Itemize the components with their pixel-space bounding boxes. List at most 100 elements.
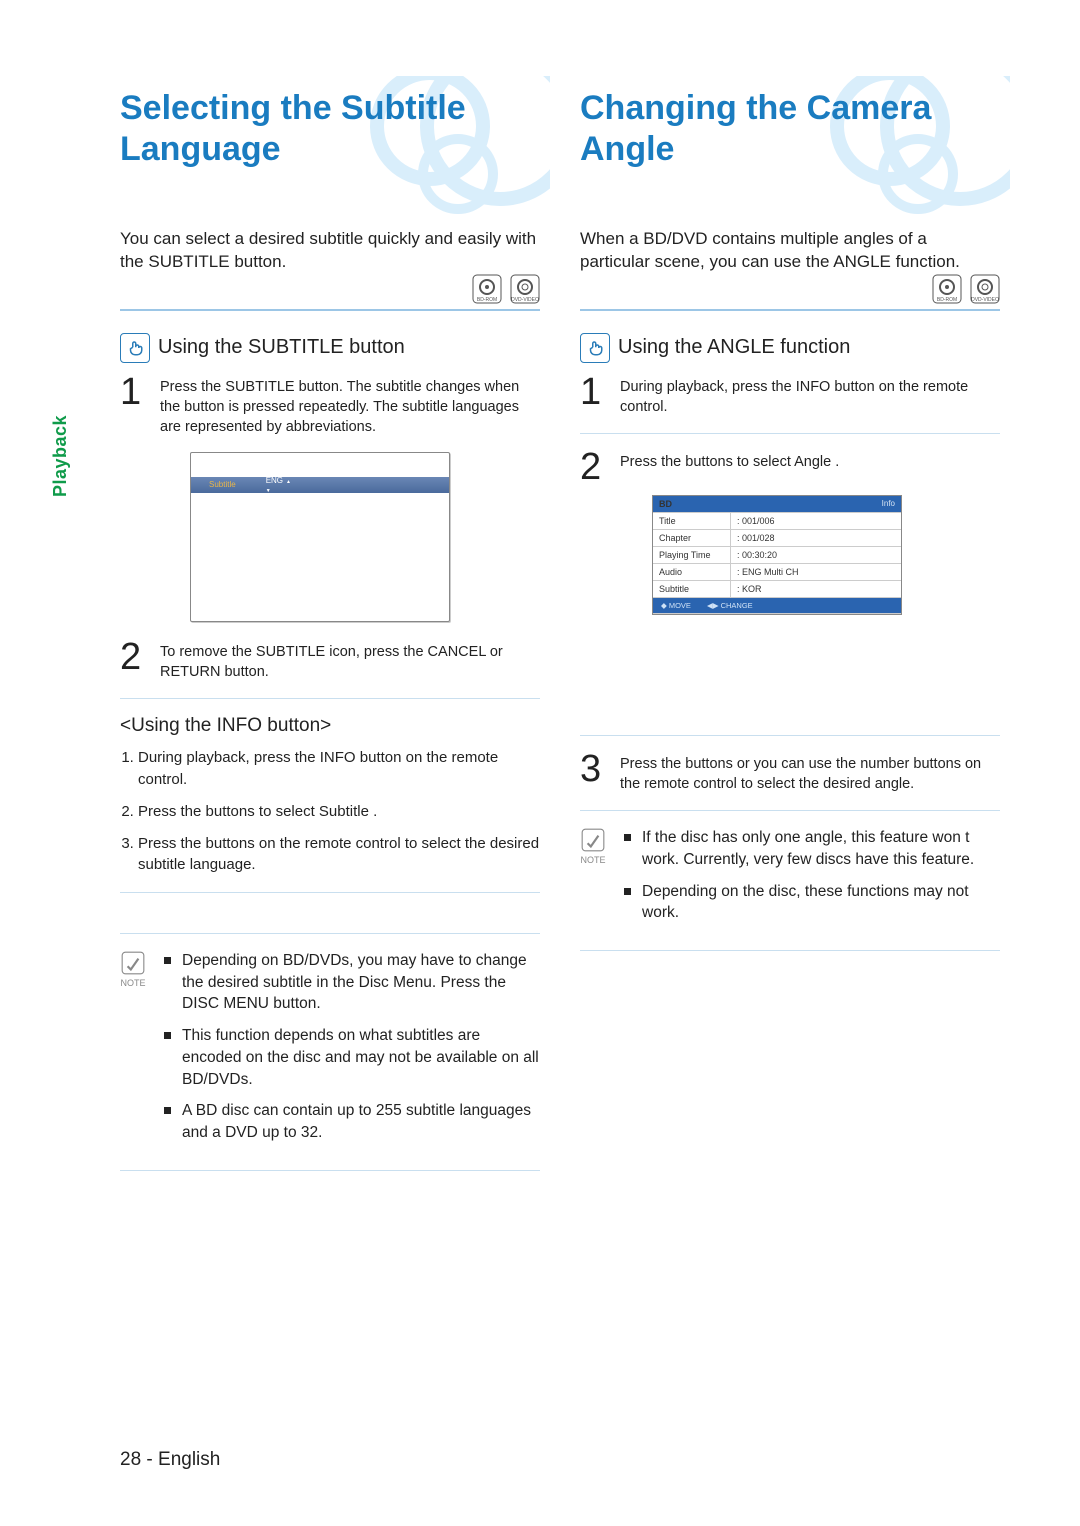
table-row: Audio: ENG Multi CH: [653, 564, 901, 581]
subhead-subtitle-button: Using the SUBTITLE button: [120, 333, 540, 363]
step-number: 3: [580, 752, 608, 795]
divider: [120, 1170, 540, 1171]
note-label: NOTE: [120, 978, 145, 988]
section-title-subtitle: Selecting the Subtitle Language: [120, 88, 540, 170]
row-value: : 00:30:20: [731, 547, 901, 563]
svg-text:BD-ROM: BD-ROM: [936, 297, 956, 303]
panel-header-label: BD: [653, 496, 731, 512]
step-text: Press the buttons or you can use the num…: [620, 752, 1000, 795]
list-item: Depending on BD/DVDs, you may have to ch…: [164, 950, 540, 1015]
step-text: Press the SUBTITLE button. The subtitle …: [160, 375, 540, 438]
note-block: NOTE If the disc has only one angle, thi…: [580, 827, 1000, 934]
subhead-angle-function: Using the ANGLE function: [580, 333, 1000, 363]
subtitle-osd-illustration: Subtitle ENG: [190, 452, 450, 622]
intro-text: When a BD/DVD contains multiple angles o…: [580, 228, 1000, 274]
divider: [580, 433, 1000, 434]
page-number: 28: [120, 1449, 141, 1470]
step-number: 2: [120, 640, 148, 683]
bd-rom-icon: BD-ROM: [932, 274, 962, 304]
disc-icons: BD-ROM DVD-VIDEO: [928, 274, 1000, 309]
row-label: Title: [653, 513, 731, 529]
section-header-left: Selecting the Subtitle Language: [120, 78, 540, 208]
panel-header-right: Info: [731, 496, 901, 512]
row-label: Subtitle: [653, 581, 731, 597]
subhead-title: Using the SUBTITLE button: [158, 336, 405, 359]
row-label: Playing Time: [653, 547, 731, 563]
right-column: Changing the Camera Angle When a BD/DVD …: [580, 78, 1000, 1187]
footer-change: ◀▶ CHANGE: [699, 598, 761, 613]
page-language: English: [158, 1449, 220, 1470]
step-1: 1 Press the SUBTITLE button. The subtitl…: [120, 375, 540, 438]
illustration-blank: [580, 629, 1000, 719]
row-label: Chapter: [653, 530, 731, 546]
divider: [580, 810, 1000, 811]
info-panel-footer: ◆ MOVE ◀▶ CHANGE: [653, 598, 901, 614]
page-footer: 28 - English: [120, 1449, 220, 1471]
step-2: 2 To remove the SUBTITLE icon, press the…: [120, 640, 540, 683]
list-item: Press the buttons to select Subtitle .: [138, 801, 540, 823]
dvd-video-icon: DVD-VIDEO: [970, 274, 1000, 304]
manual-page: Playback Selecting the Subtitle Language…: [0, 0, 1080, 1526]
step-text: During playback, press the INFO button o…: [620, 375, 1000, 418]
list-item: A BD disc can contain up to 255 subtitle…: [164, 1100, 540, 1143]
intro-text: You can select a desired subtitle quickl…: [120, 228, 540, 274]
section-title-angle: Changing the Camera Angle: [580, 88, 1000, 170]
section-side-tab: Playback: [50, 415, 71, 497]
info-button-heading: <Using the INFO button>: [120, 715, 540, 737]
list-item: This function depends on what subtitles …: [164, 1025, 540, 1090]
step-3: 3 Press the buttons or you can use the n…: [580, 752, 1000, 795]
hand-press-icon: [580, 333, 610, 363]
list-item: Press the buttons on the remote control …: [138, 833, 540, 877]
section-header-right: Changing the Camera Angle: [580, 78, 1000, 208]
list-item: During playback, press the INFO button o…: [138, 747, 540, 791]
row-value: : 001/028: [731, 530, 901, 546]
svg-text:DVD-VIDEO: DVD-VIDEO: [511, 297, 539, 303]
list-item: If the disc has only one angle, this fea…: [624, 827, 1000, 870]
step-2: 2 Press the buttons to select Angle .: [580, 450, 1000, 484]
row-label: Audio: [653, 564, 731, 580]
subhead-title: Using the ANGLE function: [618, 336, 850, 359]
row-value: : ENG Multi CH: [731, 564, 901, 580]
step-number: 1: [580, 375, 608, 418]
bd-rom-icon: BD-ROM: [472, 274, 502, 304]
info-panel-header: BD Info: [653, 496, 901, 513]
osd-value: ENG: [266, 476, 291, 494]
table-row: Subtitle: KOR: [653, 581, 901, 598]
note-icon: NOTE: [120, 950, 146, 1154]
dvd-video-icon: DVD-VIDEO: [510, 274, 540, 304]
step-number: 1: [120, 375, 148, 438]
hand-press-icon: [120, 333, 150, 363]
table-row: Playing Time: 00:30:20: [653, 547, 901, 564]
divider: [120, 933, 540, 934]
disc-icons: BD-ROM DVD-VIDEO: [468, 274, 540, 309]
note-block: NOTE Depending on BD/DVDs, you may have …: [120, 950, 540, 1154]
divider: [580, 950, 1000, 951]
svg-text:BD-ROM: BD-ROM: [476, 297, 496, 303]
step-text: Press the buttons to select Angle .: [620, 450, 839, 484]
osd-label: Subtitle: [209, 480, 236, 489]
step-1: 1 During playback, press the INFO button…: [580, 375, 1000, 418]
step-number: 2: [580, 450, 608, 484]
note-list: If the disc has only one angle, this fea…: [624, 827, 1000, 934]
left-column: Selecting the Subtitle Language You can …: [120, 78, 540, 1187]
row-value: : 001/006: [731, 513, 901, 529]
divider: [580, 735, 1000, 736]
divider: [580, 309, 1000, 311]
list-item: Depending on the disc, these functions m…: [624, 881, 1000, 924]
footer-move: ◆ MOVE: [653, 598, 699, 613]
svg-text:DVD-VIDEO: DVD-VIDEO: [971, 297, 999, 303]
table-row: Chapter: 001/028: [653, 530, 901, 547]
info-steps-list: During playback, press the INFO button o…: [138, 747, 540, 876]
note-list: Depending on BD/DVDs, you may have to ch…: [164, 950, 540, 1154]
divider: [120, 698, 540, 699]
osd-bar: Subtitle ENG: [191, 477, 449, 493]
note-icon: NOTE: [580, 827, 606, 934]
row-value: : KOR: [731, 581, 901, 597]
table-row: Title: 001/006: [653, 513, 901, 530]
info-panel-illustration: BD Info Title: 001/006 Chapter: 001/028 …: [652, 495, 902, 615]
divider: [120, 309, 540, 311]
step-text: To remove the SUBTITLE icon, press the C…: [160, 640, 540, 683]
note-label: NOTE: [580, 855, 605, 865]
divider: [120, 892, 540, 893]
content-columns: Selecting the Subtitle Language You can …: [120, 78, 1000, 1187]
